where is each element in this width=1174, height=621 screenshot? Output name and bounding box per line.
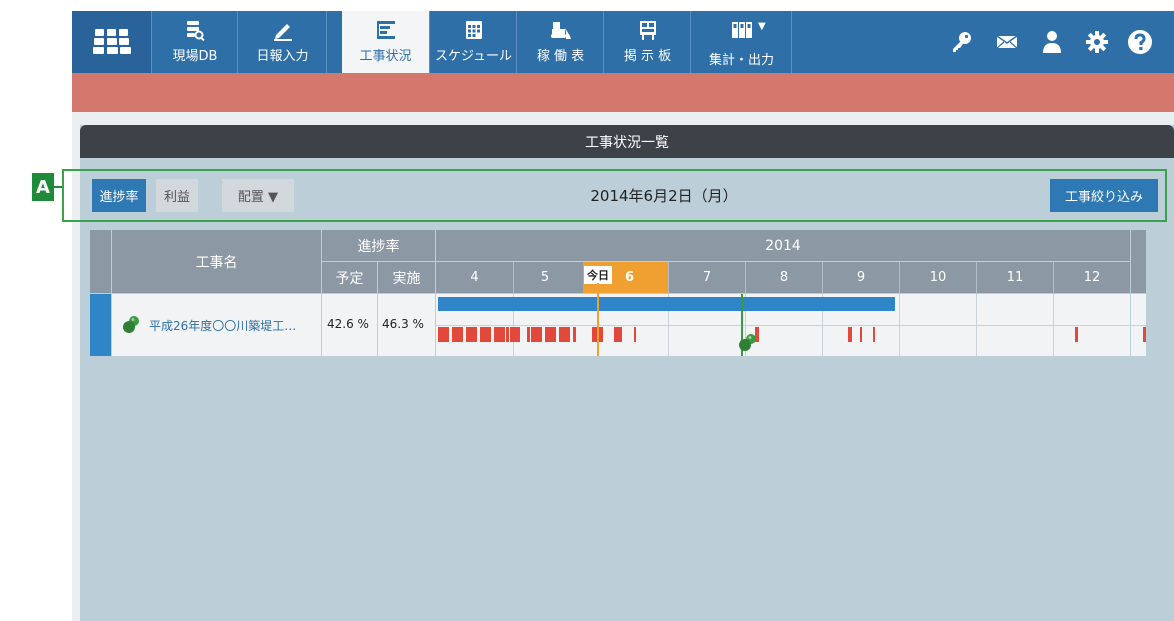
profit-button[interactable]: 利益 <box>156 179 198 212</box>
planned-schedule-bar[interactable] <box>438 297 895 311</box>
column-header-actual: 実施 <box>378 262 435 293</box>
nav-label: 稼 働 表 <box>536 49 585 64</box>
row-status-marker <box>90 294 111 356</box>
header-scroll-stub <box>1131 230 1146 293</box>
nav-label: 日報入力 <box>256 49 309 64</box>
nav-schedule[interactable]: スケジュール <box>431 11 517 73</box>
actual-progress-value: 46.3 % <box>382 317 424 331</box>
work-day-bar <box>452 327 463 342</box>
toolbar: 進捗率 利益 配置 ▼ 2014年6月2日（月） 工事絞り込み <box>62 169 1167 222</box>
work-day-bar <box>545 327 556 342</box>
nav-label: 現場DB <box>172 49 218 64</box>
annotation-marker: A <box>32 173 54 201</box>
month-label: 5 <box>540 270 550 285</box>
key-icon <box>953 32 971 52</box>
work-day-bar <box>614 327 622 342</box>
grid-line <box>436 325 1146 326</box>
calendar-icon <box>465 21 482 39</box>
work-day-bar <box>506 327 509 342</box>
user-icon <box>1043 31 1061 53</box>
nav-label: 集計・出力 <box>708 53 774 68</box>
bulletin-board-icon <box>639 21 656 40</box>
month-label-current: 今日 6 <box>583 262 668 293</box>
month-label: 12 <box>1083 270 1101 285</box>
pin-icon[interactable] <box>737 331 759 353</box>
gear-icon <box>1086 31 1108 53</box>
pen-icon <box>273 24 292 41</box>
month-label: 11 <box>1006 270 1024 285</box>
work-day-bar <box>1143 327 1146 342</box>
settings-button[interactable] <box>1077 11 1117 73</box>
nav-label: 工事状況 <box>359 49 412 64</box>
planned-progress-value: 42.6 % <box>327 317 369 331</box>
work-day-bar <box>494 327 505 342</box>
panel-title: 工事状況一覧 <box>80 125 1174 158</box>
home-menu-button[interactable] <box>72 11 152 73</box>
user-button[interactable] <box>1032 11 1072 73</box>
nav-bulletin-board[interactable]: 掲 示 板 <box>605 11 691 73</box>
column-header-planned: 予定 <box>322 262 377 293</box>
month-label: 9 <box>856 270 866 285</box>
nav-daily-report[interactable]: 日報入力 <box>239 11 327 73</box>
current-date: 2014年6月2日（月） <box>590 187 738 205</box>
work-day-bar <box>527 327 530 342</box>
work-day-bar <box>480 327 491 342</box>
month-label: 6 <box>625 270 635 285</box>
planned-progress-cell: 42.6 % <box>322 294 377 356</box>
nav-construction-status[interactable]: 工事状況 <box>342 11 430 73</box>
work-day-bar <box>438 327 449 342</box>
work-day-bar <box>510 327 520 342</box>
column-header-name: 工事名 <box>112 230 321 293</box>
month-label: 4 <box>470 270 479 285</box>
month-label: 7 <box>702 270 712 285</box>
work-day-bar <box>573 327 576 342</box>
alert-bar <box>72 73 1174 112</box>
help-button[interactable] <box>1120 11 1160 73</box>
nav-site-db[interactable]: 現場DB <box>153 11 238 73</box>
year-header: 2014 <box>436 230 1130 261</box>
work-day-bar <box>531 327 542 342</box>
today-badge: 今日 <box>583 265 613 285</box>
filter-construction-button[interactable]: 工事絞り込み <box>1050 179 1158 212</box>
work-day-bar <box>860 327 862 342</box>
report-icon <box>731 22 752 38</box>
column-header-progress: 進捗率 <box>322 230 435 261</box>
month-label: 8 <box>779 270 789 285</box>
gantt-icon <box>376 21 395 39</box>
grid-menu-icon <box>93 29 131 54</box>
row-marker-header <box>90 230 111 293</box>
actual-progress-cell: 46.3 % <box>378 294 435 356</box>
pin-icon <box>123 316 139 333</box>
nav-label: 掲 示 板 <box>623 49 672 64</box>
progress-rate-button[interactable]: 進捗率 <box>92 179 146 212</box>
work-day-bar <box>634 327 636 342</box>
construction-name-link[interactable]: 平成26年度〇〇川築堤工… <box>149 317 296 334</box>
layout-dropdown[interactable]: 配置 ▼ <box>222 179 294 212</box>
help-icon <box>1128 30 1152 54</box>
bulldozer-icon <box>550 22 571 39</box>
today-line <box>597 283 599 356</box>
month-label: 10 <box>929 270 947 285</box>
mail-button[interactable] <box>987 11 1027 73</box>
work-day-bar <box>466 327 477 342</box>
nav-operation-table[interactable]: 稼 働 表 <box>518 11 604 73</box>
nav-report-output[interactable]: ▼ 集計・出力 <box>692 11 792 73</box>
key-button[interactable] <box>942 11 982 73</box>
work-day-bar <box>1075 327 1078 342</box>
work-day-bar <box>559 327 570 342</box>
mail-icon <box>996 35 1018 49</box>
database-search-icon <box>187 21 205 41</box>
top-navigation: 現場DB 日報入力 工事状況 スケジュール 稼 働 表 掲 示 板 ▼ 集計・出… <box>72 11 1174 73</box>
nav-label: スケジュール <box>434 49 513 64</box>
table-row-name-cell[interactable]: 平成26年度〇〇川築堤工… <box>112 294 321 356</box>
work-day-bar <box>848 327 852 342</box>
work-day-bar <box>873 327 875 342</box>
chevron-down-icon: ▼ <box>758 21 766 32</box>
